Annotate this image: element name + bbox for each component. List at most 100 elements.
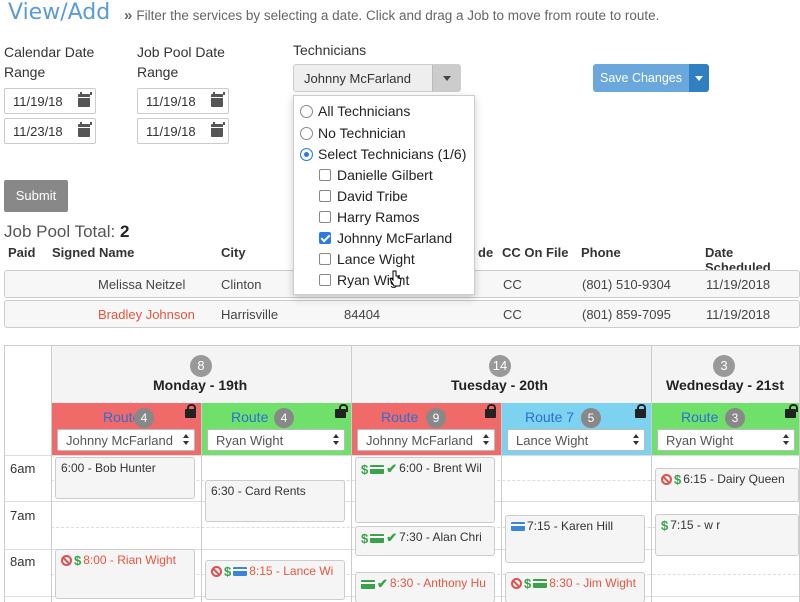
tech-option-danielle-gilbert[interactable]: Danielle Gilbert xyxy=(319,165,433,185)
day-header-tuesday: 14 Tuesday - 20th xyxy=(351,346,651,404)
dollar-icon: $ xyxy=(674,472,682,488)
tech-option-david-tribe[interactable]: David Tribe xyxy=(319,186,408,206)
checkbox-icon[interactable] xyxy=(319,253,331,265)
calendar-range-label: Calendar Date Range xyxy=(4,44,95,80)
credit-card-icon xyxy=(370,464,385,474)
table-row[interactable]: Bradley Johnson Harrisville 84404 CC (80… xyxy=(4,300,800,328)
checkbox-icon[interactable] xyxy=(319,190,331,202)
technicians-select[interactable]: Johnny McFarland xyxy=(293,64,461,92)
day-count-badge: 8 xyxy=(190,355,212,377)
col-header-zip-code[interactable]: de xyxy=(478,245,493,260)
route-header: Route 9 Johnny McFarland xyxy=(351,403,501,455)
credit-card-icon xyxy=(370,533,385,543)
route-tech-select[interactable]: Lance Wight xyxy=(507,429,645,451)
route-header: Route 7 5 Lance Wight xyxy=(501,403,651,455)
calendar-icon[interactable] xyxy=(211,122,225,137)
calendar-start-field[interactable]: 11/19/18 xyxy=(4,88,96,114)
dollar-icon: $ xyxy=(74,553,82,569)
credit-card-icon xyxy=(511,522,525,532)
time-label: 8am xyxy=(10,554,36,569)
calendar-end-field[interactable]: 11/23/18 xyxy=(4,118,96,144)
job-card[interactable]: $6:15 - Dairy Queen xyxy=(655,468,799,502)
tech-option-johnny-mcfarland[interactable]: Johnny McFarland xyxy=(319,228,452,248)
no-entry-icon xyxy=(211,566,222,578)
route-header: Route 4 Ryan Wight xyxy=(201,403,351,455)
credit-card-icon xyxy=(233,567,248,577)
column-divider xyxy=(51,346,52,602)
day-count-badge: 14 xyxy=(489,355,511,377)
route-header: Route 3 Ryan Wight xyxy=(651,403,799,455)
grid-line xyxy=(5,455,799,456)
radio-all-technicians[interactable]: All Technicians xyxy=(300,101,410,121)
dollar-icon: $ xyxy=(224,564,232,580)
time-label: 7am xyxy=(10,508,36,523)
day-header-monday: 8 Monday - 19th xyxy=(51,346,351,404)
job-card[interactable]: ✔ 8:30 - Anthony Hu xyxy=(355,572,495,602)
up-down-arrow-icon xyxy=(333,433,339,447)
radio-icon[interactable] xyxy=(300,127,313,140)
technicians-label: Technicians xyxy=(293,42,367,58)
caret-down-icon xyxy=(443,76,451,81)
lock-icon[interactable] xyxy=(635,404,646,418)
up-down-arrow-icon xyxy=(633,433,639,447)
day-count-badge: 3 xyxy=(713,355,735,377)
lock-icon[interactable] xyxy=(185,404,196,418)
lock-icon[interactable] xyxy=(485,404,496,418)
radio-icon[interactable] xyxy=(300,105,313,118)
col-header-paid[interactable]: Paid xyxy=(8,245,35,260)
col-header-city[interactable]: City xyxy=(221,245,246,260)
checkbox-icon[interactable] xyxy=(319,169,331,181)
column-divider xyxy=(501,403,502,602)
calendar-icon[interactable] xyxy=(211,92,225,107)
col-header-cc-on-file[interactable]: CC On File xyxy=(502,245,568,260)
tech-option-lance-wight[interactable]: Lance Wight xyxy=(319,249,415,269)
job-card[interactable]: $ ✔ 6:00 - Brent Wil xyxy=(355,457,495,523)
radio-no-technician[interactable]: No Technician xyxy=(300,123,406,143)
no-entry-icon xyxy=(511,578,522,590)
calendar-icon[interactable] xyxy=(78,92,92,107)
submit-button[interactable]: Submit xyxy=(4,180,68,212)
job-card[interactable]: $7:15 - w r xyxy=(655,514,799,556)
job-card[interactable]: 7:15 - Karen Hill xyxy=(505,515,645,563)
radio-icon[interactable] xyxy=(300,148,313,161)
time-label: 6am xyxy=(10,461,36,476)
column-divider xyxy=(651,346,652,602)
customer-link[interactable]: Bradley Johnson xyxy=(98,307,195,322)
jobpool-start-field[interactable]: 11/19/18 xyxy=(137,88,229,114)
job-card[interactable]: $8:30 - Jim Wight xyxy=(505,572,645,602)
schedule-grid: 8 Monday - 19th 14 Tuesday - 20th 3 Wedn… xyxy=(4,345,800,602)
caret-down-icon xyxy=(695,76,703,81)
column-divider xyxy=(351,346,352,602)
route-tech-select[interactable]: Ryan Wight xyxy=(657,429,795,451)
job-card[interactable]: 6:00 - Bob Hunter xyxy=(55,457,195,499)
column-divider xyxy=(201,403,202,602)
save-changes-button[interactable]: Save Changes xyxy=(593,64,689,92)
dollar-icon: $ xyxy=(524,576,532,592)
job-card[interactable]: $8:00 - Rian Wight xyxy=(55,549,195,599)
save-options-toggle[interactable] xyxy=(689,64,709,92)
tech-option-harry-ramos[interactable]: Harry Ramos xyxy=(319,207,419,227)
unlock-icon[interactable] xyxy=(785,404,798,418)
dropdown-toggle[interactable] xyxy=(432,65,460,91)
job-card[interactable]: $8:15 - Lance Wi xyxy=(205,560,345,600)
radio-select-technicians[interactable]: Select Technicians (1/6) xyxy=(300,144,466,164)
checkbox-icon[interactable] xyxy=(319,211,331,223)
dollar-icon: $ xyxy=(661,518,669,534)
calendar-icon[interactable] xyxy=(78,122,92,137)
unlock-icon[interactable] xyxy=(335,404,348,418)
job-card[interactable]: $ ✔ 7:30 - Alan Chri xyxy=(355,526,495,556)
checkbox-icon[interactable] xyxy=(319,274,331,286)
route-tech-select[interactable]: Johnny McFarland xyxy=(57,429,195,451)
route-tech-select[interactable]: Ryan Wight xyxy=(207,429,345,451)
col-header-signed-name[interactable]: Signed Name xyxy=(52,245,134,260)
job-card[interactable]: 6:30 - Card Rents xyxy=(205,480,345,522)
route-header: Route 6 4 Johnny McFarland xyxy=(51,403,201,455)
subtitle-text: Filter the services by selecting a date.… xyxy=(136,8,660,23)
credit-card-icon xyxy=(533,579,548,589)
jobpool-end-field[interactable]: 11/19/18 xyxy=(137,118,229,144)
checkbox-checked-icon[interactable] xyxy=(319,232,331,244)
route-tech-select[interactable]: Johnny McFarland xyxy=(357,429,495,451)
dollar-icon: $ xyxy=(361,461,369,477)
day-header-wednesday: 3 Wednesday - 21st xyxy=(651,346,799,404)
col-header-phone[interactable]: Phone xyxy=(581,245,621,260)
